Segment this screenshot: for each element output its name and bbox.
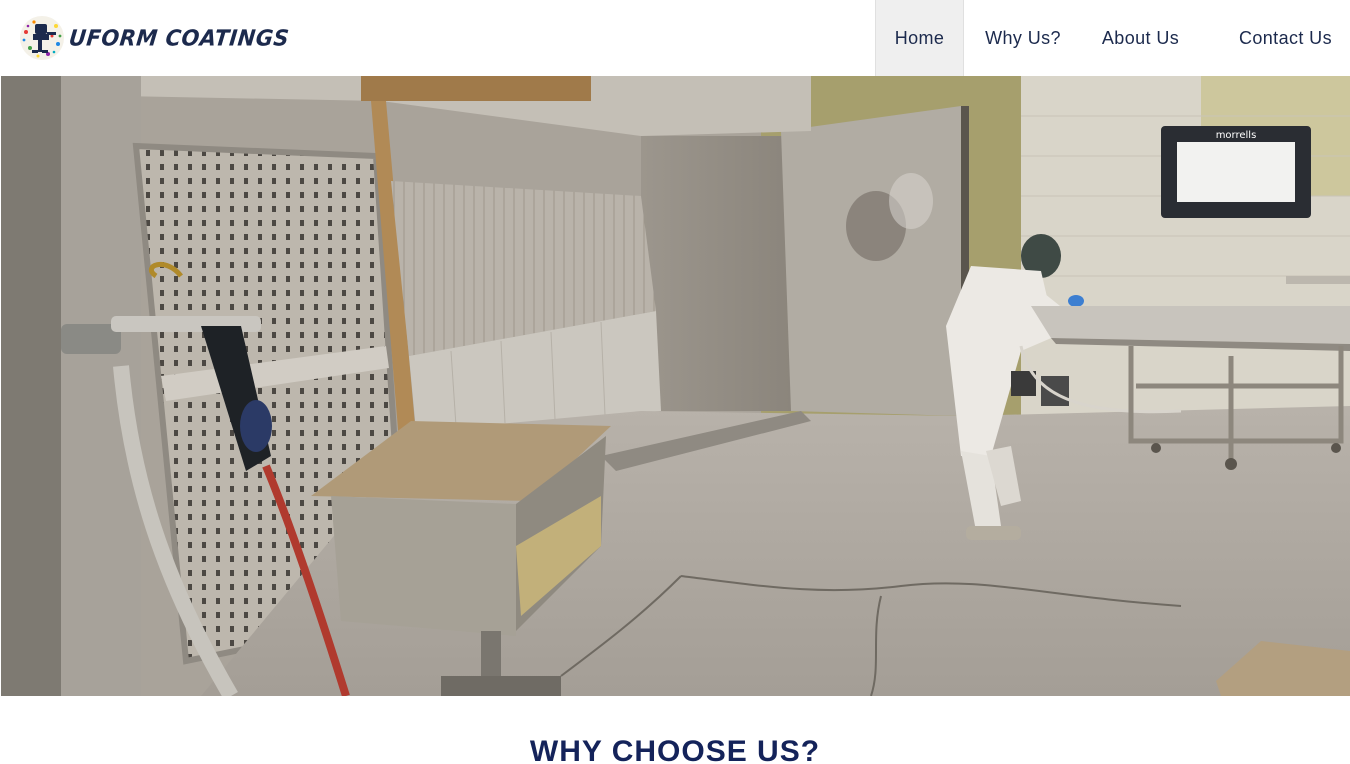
main-nav: Home Why Us? About Us Contact Us <box>875 0 1350 76</box>
site-header: UFORM COATINGS Home Why Us? About Us Con… <box>0 0 1350 76</box>
sign-text: morrells <box>1216 130 1257 141</box>
logo-text: UFORM COATINGS <box>67 25 291 51</box>
nav-contact-us[interactable]: Contact Us <box>1199 0 1350 76</box>
spray-booth-illustration: morrells <box>1 76 1350 696</box>
nav-home[interactable]: Home <box>875 0 964 76</box>
hero-image: morrells <box>1 76 1350 696</box>
paint-spray-figure-logo-icon <box>20 16 64 60</box>
site-logo[interactable]: UFORM COATINGS <box>18 0 291 76</box>
nav-why-us[interactable]: Why Us? <box>964 0 1082 76</box>
why-choose-us-heading: WHY CHOOSE US? <box>529 735 821 764</box>
nav-about-us[interactable]: About Us <box>1082 0 1199 76</box>
